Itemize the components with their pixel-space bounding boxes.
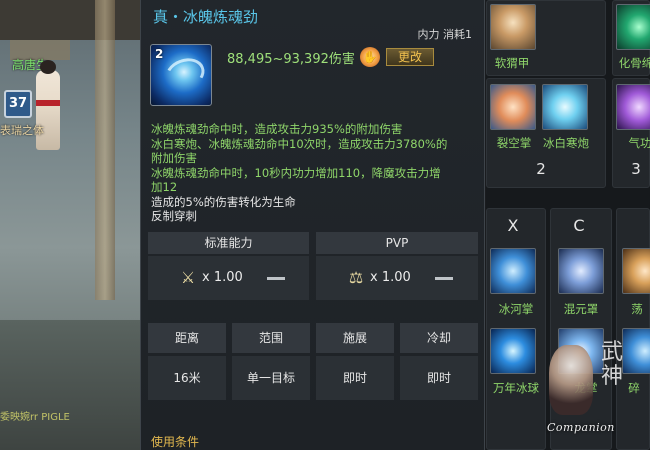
range-value: 16米 — [148, 356, 226, 400]
chaos-shield-skill-icon[interactable] — [558, 248, 604, 294]
skill-label: 裂空掌 — [496, 136, 532, 150]
desc-line: 反制穿刺 — [151, 209, 197, 223]
desc-line: 冰魄炼魂劲命中时，10秒内功力增加110，降魔攻击力增 — [151, 165, 441, 180]
bone-skill-icon[interactable] — [616, 4, 650, 50]
game-world-view[interactable]: 高唐生 37 表瑞之体 委映婉rr PIGLE — [0, 0, 140, 450]
dash-icon — [435, 277, 453, 280]
desc-line: 附加伤害 — [151, 151, 197, 165]
range-header: 距离 — [148, 323, 226, 353]
ice-skill-icon: 2 — [150, 44, 212, 106]
pvp-stat: ⚖ x 1.00 — [316, 256, 478, 300]
desc-line: 冰魄炼魂劲命中时，造成攻击力935%的附加伤害 — [151, 122, 403, 136]
standard-header: 标准能力 — [148, 232, 309, 254]
cooldown-value: 即时 — [400, 356, 478, 400]
world-wall — [0, 0, 140, 40]
qigong-skill-icon[interactable] — [616, 84, 650, 130]
npc-head — [40, 60, 56, 74]
skill-label: 冰河掌 — [498, 302, 534, 316]
pvp-header: PVP — [316, 232, 478, 254]
ice-river-skill-icon[interactable] — [490, 248, 536, 294]
skill-description: 冰魄炼魂劲命中时，造成攻击力935%的附加伤害 冰白寒炮、冰魄炼魂劲命中10次时… — [151, 122, 481, 224]
cast-header: 施展 — [316, 323, 394, 353]
area-header: 范围 — [232, 323, 310, 353]
ice-orb-skill-icon[interactable] — [490, 328, 536, 374]
skill-label: 荡 — [631, 302, 643, 316]
world-pillar — [95, 0, 115, 300]
dash-icon — [267, 277, 285, 280]
calligraphy-logo: 武神 — [601, 340, 624, 389]
change-button[interactable]: 更改 — [386, 48, 434, 66]
crossed-swords-icon: ⚔ — [180, 268, 196, 287]
sky-palm-skill-icon[interactable] — [490, 84, 536, 130]
skill-level: 2 — [155, 47, 164, 61]
game-screen: 高唐生 37 表瑞之体 委映婉rr PIGLE 真・冰魄炼魂劲 内力 消耗1 2… — [0, 0, 650, 450]
npc-sash — [36, 100, 60, 106]
level-badge: 37 — [4, 90, 32, 118]
skill-label: 混元罩 — [563, 302, 599, 316]
pvp-icon: ⚖ — [348, 268, 364, 287]
hand-flame-icon: ✋ — [360, 47, 380, 67]
ice-cannon-skill-icon[interactable] — [542, 84, 588, 130]
chibi-character — [549, 345, 593, 415]
soft-armor-skill-icon[interactable] — [490, 4, 536, 50]
slot-number: 2 — [536, 160, 546, 178]
slot-number: 3 — [631, 160, 641, 178]
world-street — [0, 320, 140, 450]
skill-label: 软猬甲 — [494, 56, 530, 70]
npc-character[interactable] — [36, 60, 60, 150]
companion-brand: Companion — [547, 421, 615, 434]
desc-line: 造成的5%的伤害转化为生命 — [151, 194, 296, 209]
swirl-glyph — [161, 53, 209, 95]
chat-line: 委映婉rr PIGLE — [0, 412, 70, 423]
skill-cost: 内力 消耗1 — [417, 28, 473, 41]
skill-label: 冰白寒炮 — [543, 136, 589, 150]
desc-line: 冰白寒炮、冰魄炼魂劲命中10次时，造成攻击力3780%的 — [151, 136, 448, 151]
hotkey-x: X — [507, 216, 519, 235]
hotkey-c: C — [573, 216, 585, 235]
skill-label: 化骨绵 — [618, 56, 650, 70]
standard-value: x 1.00 — [202, 270, 243, 285]
skill-title: 真・冰魄炼魂劲 — [153, 8, 259, 26]
damage-range: 88,495~93,392伤害 — [227, 52, 355, 67]
sweep-skill-icon[interactable] — [622, 248, 650, 294]
desc-line: 加12 — [151, 180, 178, 194]
standard-stat: ⚔ x 1.00 — [148, 256, 309, 300]
world-label: 表瑞之体 — [0, 124, 44, 137]
pvp-value: x 1.00 — [370, 270, 411, 285]
area-value: 单一目标 — [232, 356, 310, 400]
skill-label: 气功 — [628, 136, 650, 150]
conditions-label: 使用条件 — [151, 435, 200, 449]
skill-tooltip: 真・冰魄炼魂劲 内力 消耗1 2 88,495~93,392伤害 ✋ 更改 冰魄… — [140, 0, 485, 450]
cooldown-header: 冷却 — [400, 323, 478, 353]
cast-value: 即时 — [316, 356, 394, 400]
companion-watermark: 武神 Companion — [535, 335, 645, 445]
